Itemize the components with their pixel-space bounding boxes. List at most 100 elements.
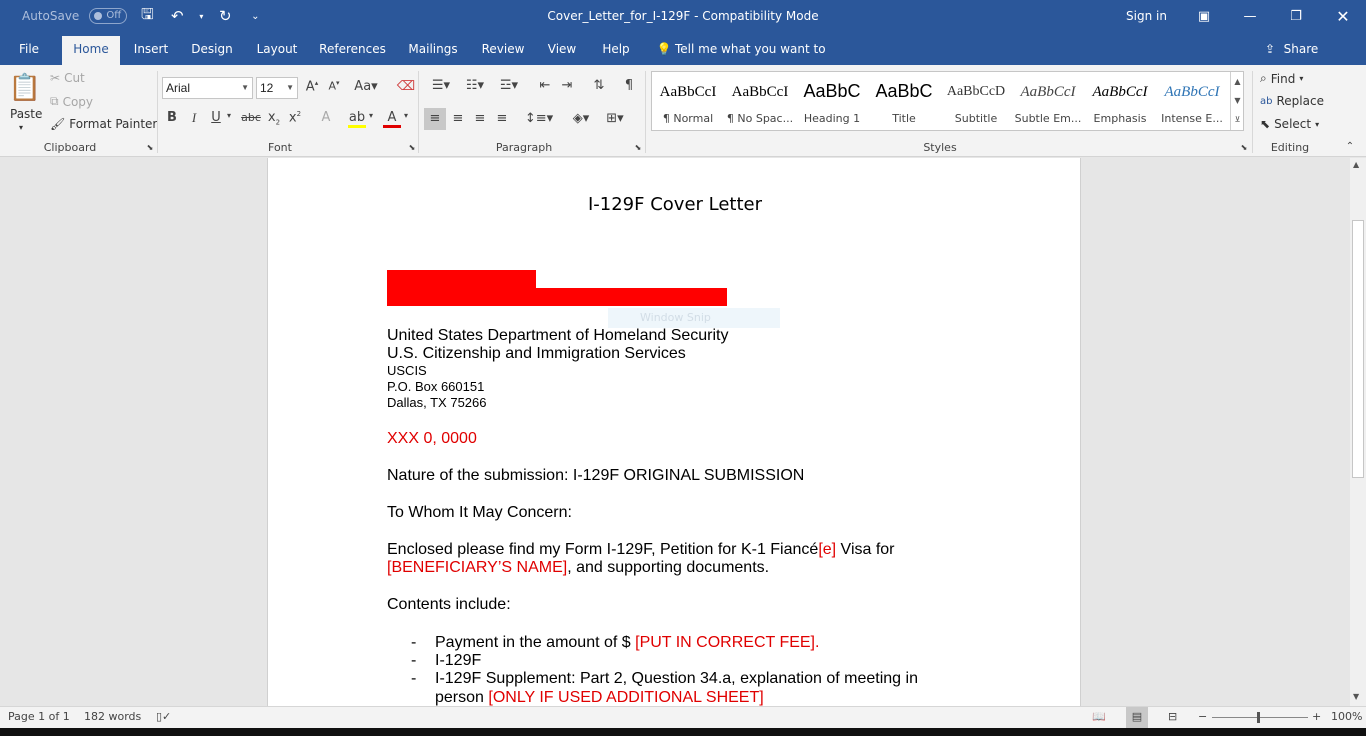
align-center-icon[interactable]: ≡ — [448, 111, 468, 126]
copy-button[interactable]: ⧉ Copy — [50, 94, 93, 109]
style-title[interactable]: AaBbC Title — [868, 72, 940, 130]
pilcrow-icon[interactable]: ¶ — [619, 78, 639, 93]
word-count[interactable]: 182 words — [84, 710, 141, 723]
autosave-toggle[interactable]: Off — [89, 8, 128, 24]
paste-label[interactable]: Paste — [10, 107, 42, 121]
zoom-in-icon[interactable]: + — [1312, 710, 1321, 723]
tab-review[interactable]: Review — [476, 34, 530, 65]
grow-font-icon[interactable]: A▴ — [302, 79, 322, 94]
collapse-ribbon-icon[interactable]: ⌃ — [1340, 141, 1360, 152]
tab-layout[interactable]: Layout — [251, 34, 303, 65]
minimize-icon[interactable]: — — [1227, 0, 1273, 32]
close-icon[interactable]: ✕ — [1320, 0, 1366, 32]
paste-button[interactable]: 📋 — [9, 73, 41, 103]
text-effects-icon[interactable]: A — [316, 110, 336, 125]
tab-help[interactable]: Help — [596, 34, 636, 65]
increase-indent-icon[interactable]: ⇥ — [557, 78, 577, 93]
highlight-icon[interactable]: ab — [348, 110, 366, 128]
shading-icon[interactable]: ◈▾ — [566, 111, 596, 126]
tab-references[interactable]: References — [314, 34, 391, 65]
paste-dropdown-icon[interactable]: ▾ — [19, 123, 23, 132]
zoom-out-icon[interactable]: − — [1198, 710, 1207, 723]
font-name-box[interactable]: Arial ▼ — [162, 77, 253, 99]
font-size-box[interactable]: 12 ▼ — [256, 77, 298, 99]
change-case-icon[interactable]: Aa▾ — [352, 79, 380, 94]
tab-home[interactable]: Home — [62, 36, 120, 65]
strikethrough-icon[interactable]: abc — [240, 111, 262, 124]
tab-insert[interactable]: Insert — [128, 34, 174, 65]
style-no-spacing[interactable]: AaBbCcI ¶ No Spac... — [724, 72, 796, 130]
numbering-icon[interactable]: ☷▾ — [460, 78, 490, 93]
zoom-slider[interactable] — [1212, 717, 1308, 718]
decrease-indent-icon[interactable]: ⇤ — [535, 78, 555, 93]
vertical-scrollbar[interactable]: ▲ ▼ — [1350, 158, 1366, 706]
align-right-icon[interactable]: ≡ — [470, 111, 490, 126]
proofing-icon[interactable]: ▯✓ — [156, 710, 171, 723]
style-name: Emphasis — [1093, 112, 1147, 125]
justify-icon[interactable]: ≡ — [492, 111, 512, 126]
tab-design[interactable]: Design — [186, 34, 238, 65]
select-button[interactable]: ⬉ Select ▾ — [1260, 117, 1319, 131]
zoom-level[interactable]: 100% — [1331, 710, 1362, 723]
bold-icon[interactable]: B — [162, 110, 182, 125]
styles-scroll[interactable]: ▲ ▼ ⊻ — [1230, 72, 1244, 130]
undo-icon[interactable]: ↶ — [167, 7, 187, 25]
borders-icon[interactable]: ⊞▾ — [600, 111, 630, 126]
share-icon[interactable]: ⇪ — [1260, 34, 1280, 65]
style-subtle-emphasis[interactable]: AaBbCcI Subtle Em... — [1012, 72, 1084, 130]
ribbon-display-options-icon[interactable]: ▣ — [1181, 0, 1227, 32]
page-count[interactable]: Page 1 of 1 — [8, 710, 70, 723]
style-intense-emphasis[interactable]: AaBbCcI Intense E... — [1156, 72, 1228, 130]
font-launcher-icon[interactable]: ⬊ — [402, 143, 422, 152]
tab-file[interactable]: File — [10, 34, 48, 65]
web-layout-icon[interactable]: ⊟ — [1168, 710, 1177, 723]
zoom-slider-thumb[interactable] — [1257, 712, 1260, 723]
share-button[interactable]: Share — [1281, 34, 1321, 65]
bullet-dash: - — [411, 634, 417, 651]
underline-dropdown-icon[interactable]: ▾ — [224, 111, 234, 120]
cut-button[interactable]: ✂ Cut — [50, 71, 85, 85]
scrollbar-thumb[interactable] — [1352, 220, 1364, 478]
scroll-up-icon[interactable]: ▲ — [1353, 160, 1359, 169]
style-heading-1[interactable]: AaBbC Heading 1 — [796, 72, 868, 130]
text-run: Payment in the amount of $ — [435, 634, 636, 651]
sign-in-link[interactable]: Sign in — [1126, 0, 1167, 32]
undo-dropdown-icon[interactable]: ▾ — [197, 12, 205, 21]
tab-mailings[interactable]: Mailings — [403, 34, 463, 65]
enclosure-line: Enclosed please find my Form I-129F, Pet… — [387, 541, 895, 559]
font-color-icon[interactable]: A — [383, 110, 401, 128]
placeholder-text: [e] — [818, 541, 837, 558]
align-left-icon[interactable]: ≡ — [424, 108, 446, 130]
style-subtitle[interactable]: AaBbCcD Subtitle — [940, 72, 1012, 130]
italic-icon[interactable]: I — [184, 110, 204, 126]
underline-icon[interactable]: U — [206, 110, 226, 125]
restore-icon[interactable]: ❐ — [1273, 0, 1319, 32]
tell-me-search[interactable]: Tell me what you want to do — [675, 34, 835, 87]
redo-icon[interactable]: ↻ — [215, 7, 235, 25]
print-layout-icon[interactable]: ▤ — [1126, 707, 1148, 728]
highlight-dropdown-icon[interactable]: ▾ — [366, 111, 376, 120]
superscript-icon[interactable]: x2 — [285, 110, 305, 125]
clear-formatting-icon[interactable]: ⌫ — [396, 79, 416, 94]
font-color-dropdown-icon[interactable]: ▾ — [401, 111, 411, 120]
style-emphasis[interactable]: AaBbCcI Emphasis — [1084, 72, 1156, 130]
bullet-dash: - — [411, 670, 417, 687]
scroll-down-icon[interactable]: ▼ — [1353, 692, 1359, 701]
bullets-icon[interactable]: ☰▾ — [426, 78, 456, 93]
document-page[interactable]: I-129F Cover Letter Window Snip United S… — [267, 158, 1081, 706]
read-mode-icon[interactable]: 📖 — [1092, 710, 1106, 723]
find-button[interactable]: ⌕ Find ▾ — [1260, 71, 1303, 86]
line-spacing-icon[interactable]: ↕≡▾ — [524, 111, 554, 126]
replace-button[interactable]: ab Replace — [1260, 94, 1324, 108]
customize-toolbar-icon[interactable]: ⌄ — [245, 11, 265, 22]
style-preview: AaBbC — [803, 81, 861, 101]
format-painter-button[interactable]: 🖌 Format Painter — [50, 117, 157, 131]
tab-view[interactable]: View — [542, 34, 582, 65]
subscript-icon[interactable]: x2 — [264, 110, 284, 127]
sort-icon[interactable]: ⇅ — [589, 78, 609, 93]
ribbon-tabs: File Home Insert Design Layout Reference… — [0, 34, 1366, 87]
multilevel-list-icon[interactable]: ☲▾ — [494, 78, 524, 93]
shrink-font-icon[interactable]: A▾ — [324, 79, 344, 93]
save-icon[interactable]: 🖫 — [137, 4, 157, 29]
style-normal[interactable]: AaBbCcI ¶ Normal — [652, 72, 724, 130]
